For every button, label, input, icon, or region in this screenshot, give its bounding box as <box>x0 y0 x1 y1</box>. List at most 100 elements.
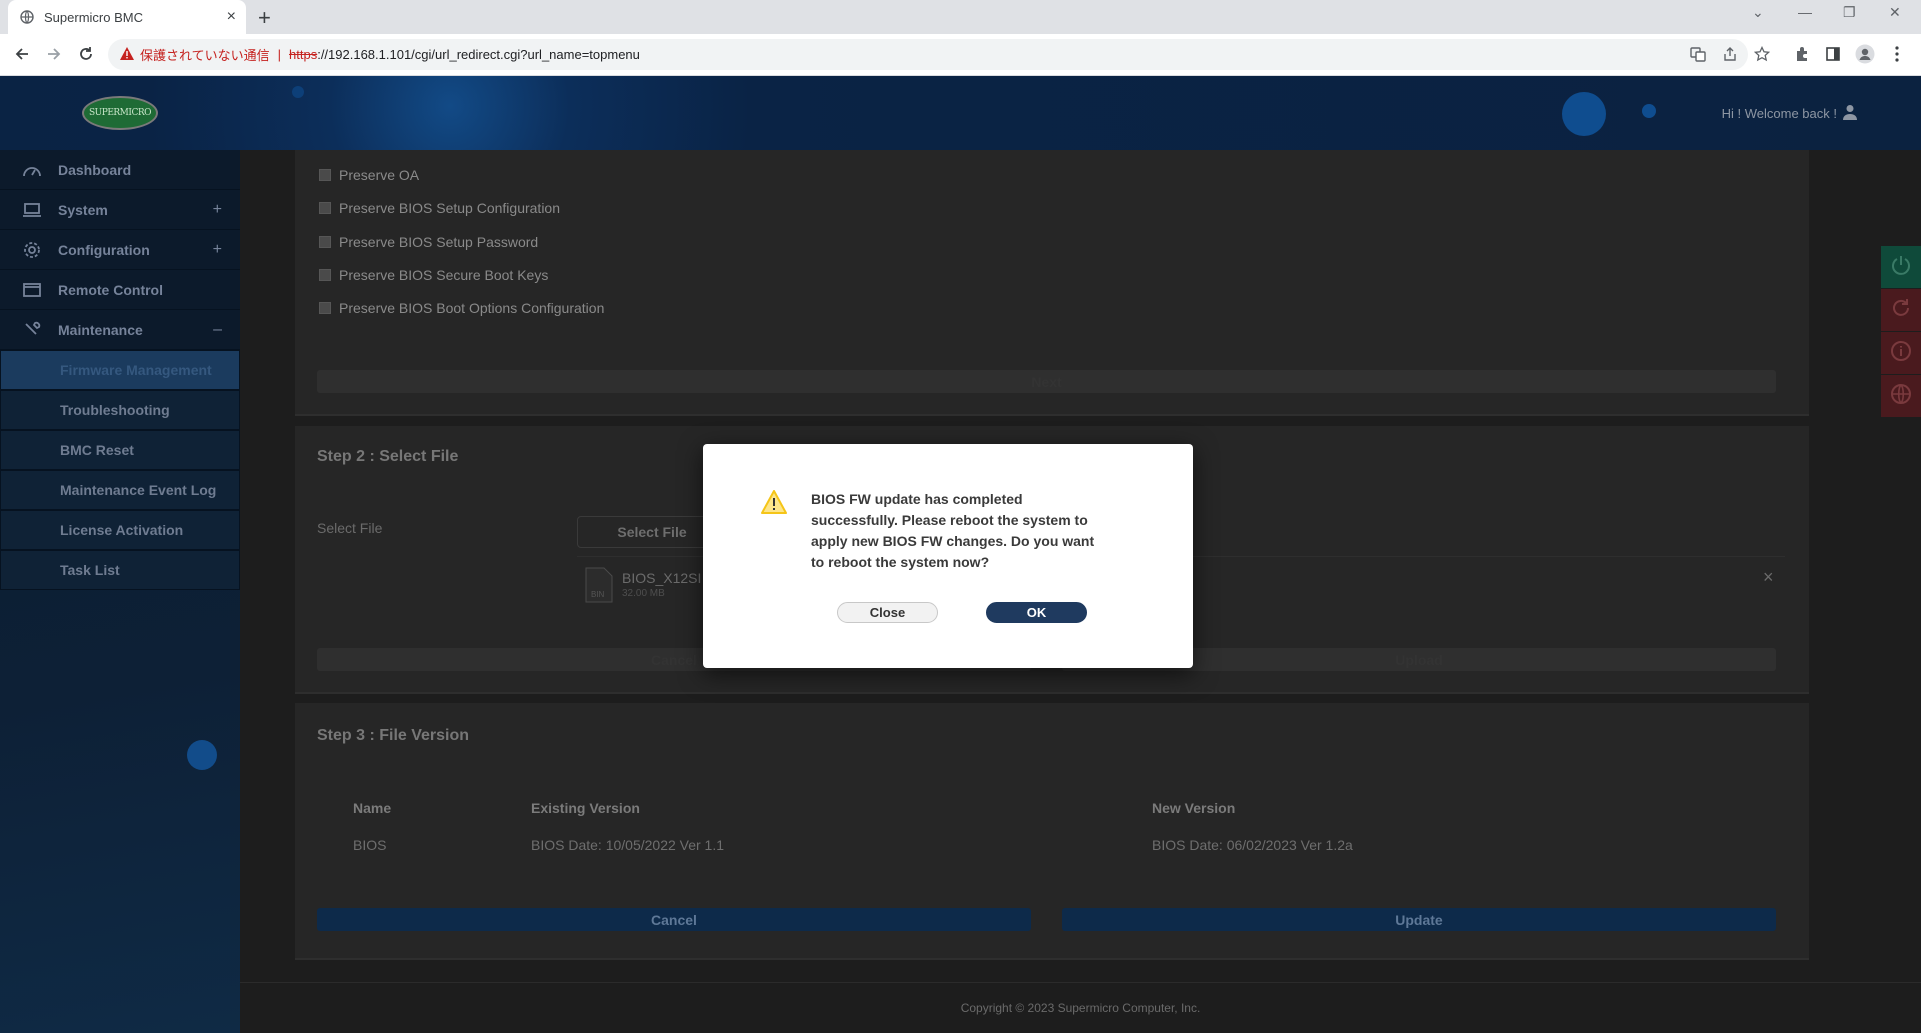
option-label: Preserve BIOS Secure Boot Keys <box>339 267 549 283</box>
sidebar-subitem-label: Maintenance Event Log <box>60 482 217 498</box>
update-button[interactable]: Update <box>1062 908 1776 931</box>
ok-button[interactable]: OK <box>986 602 1087 623</box>
sidebar-item-system[interactable]: System + <box>0 190 240 230</box>
option-preserve-oa[interactable]: Preserve OA <box>319 167 419 183</box>
browser-tab-bar: Supermicro BMC × + ⌄ — ❐ ✕ <box>0 0 1921 34</box>
close-button[interactable]: Close <box>837 602 938 623</box>
new-tab-button[interactable]: + <box>258 5 271 31</box>
language-icon <box>1890 383 1912 410</box>
power-button[interactable] <box>1881 246 1921 288</box>
share-icon[interactable] <box>1720 44 1740 64</box>
app-header: SUPERMICRO Hi ! Welcome back ! <box>0 76 1921 150</box>
sidebar-item-bmc-reset[interactable]: BMC Reset <box>0 430 240 470</box>
file-name: BIOS_X12SI <box>622 570 702 586</box>
user-icon <box>1843 104 1857 123</box>
browser-tab[interactable]: Supermicro BMC × <box>8 0 246 34</box>
sidebar-item-firmware-management[interactable]: Firmware Management <box>0 350 240 390</box>
checkbox[interactable] <box>319 169 331 181</box>
option-label: Preserve BIOS Setup Password <box>339 234 539 250</box>
sidebar-item-configuration[interactable]: Configuration + <box>0 230 240 270</box>
forward-icon[interactable] <box>43 43 65 65</box>
sidebar-subitem-label: Firmware Management <box>60 362 212 378</box>
language-button[interactable] <box>1881 375 1921 417</box>
logo-text: SUPERMICRO <box>89 108 151 118</box>
collapse-toggle[interactable]: – <box>213 321 222 339</box>
expand-toggle[interactable]: + <box>213 201 222 219</box>
decor-circle <box>1642 104 1656 118</box>
svg-text:BIN: BIN <box>591 590 605 599</box>
warning-icon <box>761 490 787 514</box>
expand-toggle[interactable]: + <box>213 241 222 259</box>
refresh-icon <box>1890 297 1912 324</box>
menu-icon[interactable] <box>1887 44 1907 64</box>
sidebar-subitem-label: BMC Reset <box>60 442 134 458</box>
sidepanel-icon[interactable] <box>1823 44 1843 64</box>
option-preserve-bios-setup-config[interactable]: Preserve BIOS Setup Configuration <box>319 200 560 216</box>
checkbox[interactable] <box>319 269 331 281</box>
star-icon[interactable] <box>1752 44 1772 64</box>
decor-circle <box>292 86 304 98</box>
next-button[interactable]: Next <box>317 370 1776 393</box>
security-warning[interactable]: 保護されていない通信 <box>140 45 270 64</box>
info-button[interactable] <box>1881 332 1921 374</box>
select-file-label: Select File <box>317 520 383 536</box>
step2-title: Step 2 : Select File <box>317 448 459 465</box>
checkbox[interactable] <box>319 202 331 214</box>
reload-icon[interactable] <box>75 43 97 65</box>
tab-search-icon[interactable]: ⌄ <box>1752 4 1764 21</box>
option-preserve-secure-boot-keys[interactable]: Preserve BIOS Secure Boot Keys <box>319 267 548 283</box>
dashboard-icon <box>22 160 42 180</box>
remove-file-icon[interactable]: × <box>1763 567 1774 588</box>
option-preserve-boot-options[interactable]: Preserve BIOS Boot Options Configuration <box>319 300 604 316</box>
version-name-cell: BIOS <box>353 837 387 853</box>
reboot-dialog: BIOS FW update has completed successfull… <box>703 444 1193 668</box>
step3-card: Step 3 : File Version Name Existing Vers… <box>295 703 1809 960</box>
existing-version-cell: BIOS Date: 10/05/2022 Ver 1.1 <box>531 837 725 853</box>
divider: | <box>277 47 282 62</box>
step3-title: Step 3 : File Version <box>317 727 470 744</box>
checkbox[interactable] <box>319 302 331 314</box>
globe-icon <box>20 10 34 24</box>
address-bar: 保護されていない通信 | https ://192.168.1.101/cgi/… <box>0 34 1921 76</box>
sidebar-subitem-label: License Activation <box>60 522 184 538</box>
cancel-update-button[interactable]: Cancel <box>317 908 1031 931</box>
sidebar-item-remote-control[interactable]: Remote Control <box>0 270 240 310</box>
power-icon <box>1890 254 1912 281</box>
reset-button[interactable] <box>1881 289 1921 331</box>
column-header-new: New Version <box>1152 800 1236 816</box>
wrench-icon <box>22 320 42 340</box>
remote-icon <box>22 280 42 300</box>
footer-copyright: Copyright © 2023 Supermicro Computer, In… <box>240 982 1921 1033</box>
column-header-name: Name <box>353 800 392 816</box>
sidebar-item-label: Remote Control <box>58 281 163 298</box>
welcome-text: Hi ! Welcome back ! <box>1721 106 1837 121</box>
tab-close-icon[interactable]: × <box>227 8 236 26</box>
new-version-cell: BIOS Date: 06/02/2023 Ver 1.2a <box>1152 837 1353 853</box>
minimize-icon[interactable]: — <box>1798 4 1812 20</box>
sidebar-item-license-activation[interactable]: License Activation <box>0 510 240 550</box>
option-label: Preserve BIOS Setup Configuration <box>339 200 561 216</box>
sidebar-item-troubleshooting[interactable]: Troubleshooting <box>0 390 240 430</box>
warning-icon[interactable] <box>120 46 134 63</box>
close-window-icon[interactable]: ✕ <box>1889 4 1901 21</box>
checkbox[interactable] <box>319 236 331 248</box>
gear-icon <box>22 240 42 260</box>
sidebar-item-task-list[interactable]: Task List <box>0 550 240 590</box>
sidebar-item-maintenance-event-log[interactable]: Maintenance Event Log <box>0 470 240 510</box>
file-size: 32.00 MB <box>622 588 665 599</box>
sidebar-item-label: Maintenance <box>58 321 143 338</box>
step1-card: Preserve OA Preserve BIOS Setup Configur… <box>295 150 1809 416</box>
profile-icon[interactable] <box>1855 44 1875 64</box>
sidebar-item-dashboard[interactable]: Dashboard <box>0 150 240 190</box>
option-preserve-bios-setup-password[interactable]: Preserve BIOS Setup Password <box>319 234 538 250</box>
supermicro-logo[interactable]: SUPERMICRO <box>82 96 158 130</box>
url-field[interactable]: 保護されていない通信 | https ://192.168.1.101/cgi/… <box>108 39 1748 70</box>
welcome-user[interactable]: Hi ! Welcome back ! <box>1722 104 1857 123</box>
sidebar-item-maintenance[interactable]: Maintenance – <box>0 310 240 350</box>
restore-icon[interactable]: ❐ <box>1843 4 1856 21</box>
url-text: ://192.168.1.101/cgi/url_redirect.cgi?ur… <box>317 47 640 62</box>
sidebar-subitem-label: Troubleshooting <box>60 402 170 418</box>
extension-icon[interactable] <box>1792 44 1812 64</box>
translate-icon[interactable] <box>1688 44 1708 64</box>
back-icon[interactable] <box>11 43 33 65</box>
